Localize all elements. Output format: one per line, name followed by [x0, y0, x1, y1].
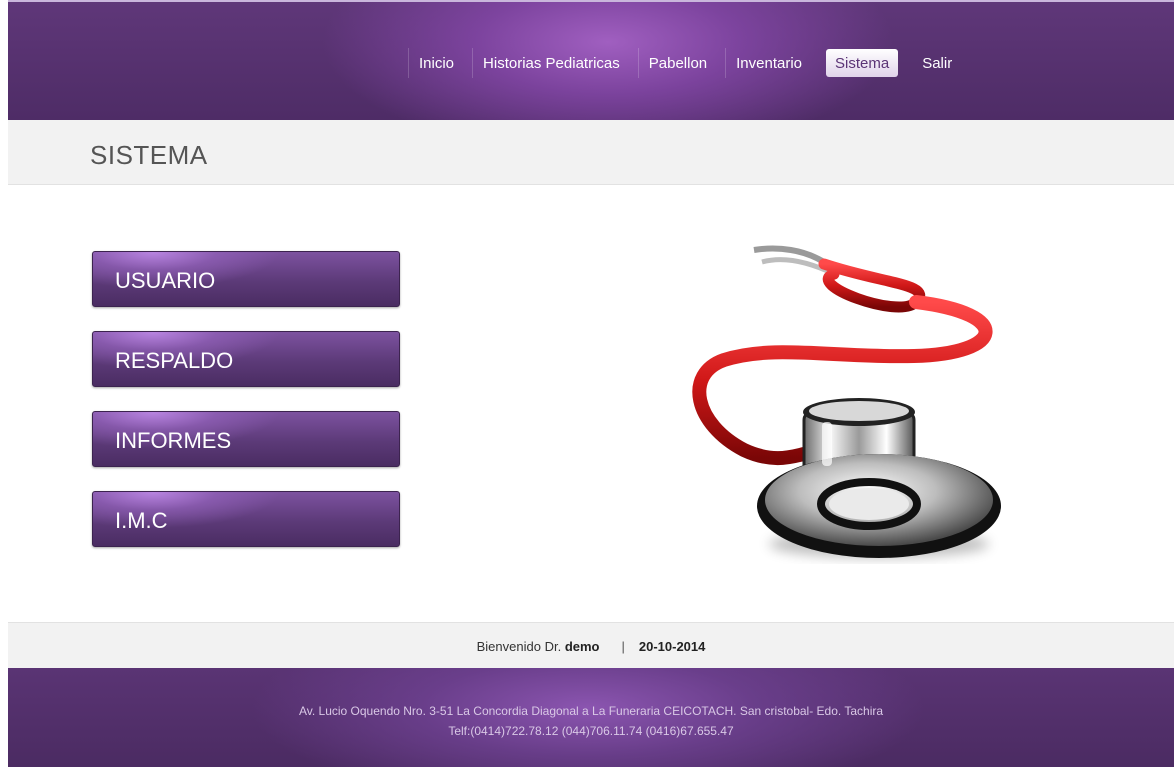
status-separator: | — [621, 638, 625, 654]
nav-inventario[interactable]: Inventario — [725, 48, 812, 78]
informes-button[interactable]: INFORMES — [92, 411, 400, 467]
footer: Av. Lucio Oquendo Nro. 3-51 La Concordia… — [8, 668, 1174, 767]
nav-sistema[interactable]: Sistema — [826, 49, 899, 77]
top-navigation-bar: Inicio Historias Pediatricas Pabellon In… — [8, 0, 1174, 120]
page-title: SISTEMA — [90, 140, 208, 170]
nav-salir[interactable]: Salir — [912, 48, 962, 78]
status-bar: Bienvenido Dr. demo | 20-10-2014 — [8, 622, 1174, 669]
stethoscope-icon — [684, 244, 1014, 564]
user-name: demo — [564, 638, 600, 654]
title-band: SISTEMA — [8, 120, 1174, 185]
footer-phones: Telf:(0414)722.78.12 (044)706.11.74 (041… — [448, 724, 734, 738]
current-date: 20-10-2014 — [638, 638, 706, 654]
welcome-text: Bienvenido Dr. — [476, 638, 562, 654]
nav-inicio[interactable]: Inicio — [408, 48, 464, 78]
nav-historias-pediatricas[interactable]: Historias Pediatricas — [472, 48, 630, 78]
respaldo-button[interactable]: RESPALDO — [92, 331, 400, 387]
footer-address: Av. Lucio Oquendo Nro. 3-51 La Concordia… — [298, 704, 884, 718]
imc-button[interactable]: I.M.C — [92, 491, 400, 547]
usuario-button[interactable]: USUARIO — [92, 251, 400, 307]
app-frame: Inicio Historias Pediatricas Pabellon In… — [8, 0, 1174, 767]
nav-pabellon[interactable]: Pabellon — [637, 48, 717, 78]
main-nav: Inicio Historias Pediatricas Pabellon In… — [408, 48, 970, 78]
